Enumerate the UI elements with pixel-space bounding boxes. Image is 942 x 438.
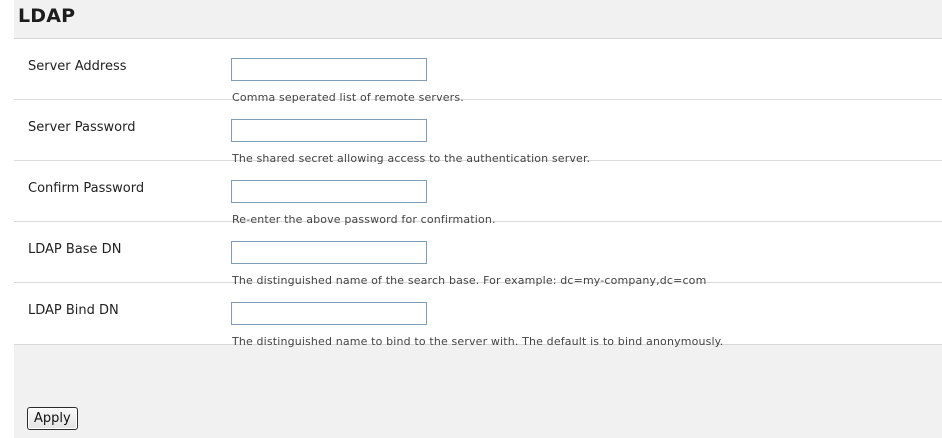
server-address-row: Server Address Comma seperated list of r… (14, 39, 942, 104)
confirm-password-input[interactable] (231, 180, 427, 203)
ldap-base-dn-label: LDAP Base DN (28, 242, 122, 257)
ldap-form: Server Address Comma seperated list of r… (14, 38, 942, 348)
server-address-input[interactable] (231, 58, 427, 81)
ldap-base-dn-input[interactable] (231, 241, 427, 264)
confirm-password-label: Confirm Password (28, 181, 145, 196)
ldap-base-dn-row: LDAP Base DN The distinguished name of t… (14, 222, 942, 287)
ldap-settings-panel: LDAP Server Address Comma seperated list… (14, 0, 942, 438)
confirm-password-row: Confirm Password Re-enter the above pass… (14, 161, 942, 226)
server-address-label: Server Address (28, 59, 127, 74)
ldap-bind-dn-label: LDAP Bind DN (28, 303, 119, 318)
server-password-input[interactable] (231, 119, 427, 142)
server-password-label: Server Password (28, 120, 136, 135)
page-title: LDAP (18, 5, 76, 27)
ldap-bind-dn-row: LDAP Bind DN The distinguished name to b… (14, 283, 942, 348)
apply-button[interactable]: Apply (27, 407, 78, 430)
server-password-row: Server Password The shared secret allowi… (14, 100, 942, 165)
ldap-bind-dn-input[interactable] (231, 302, 427, 325)
ldap-bind-dn-help: The distinguished name to bind to the se… (232, 335, 724, 348)
